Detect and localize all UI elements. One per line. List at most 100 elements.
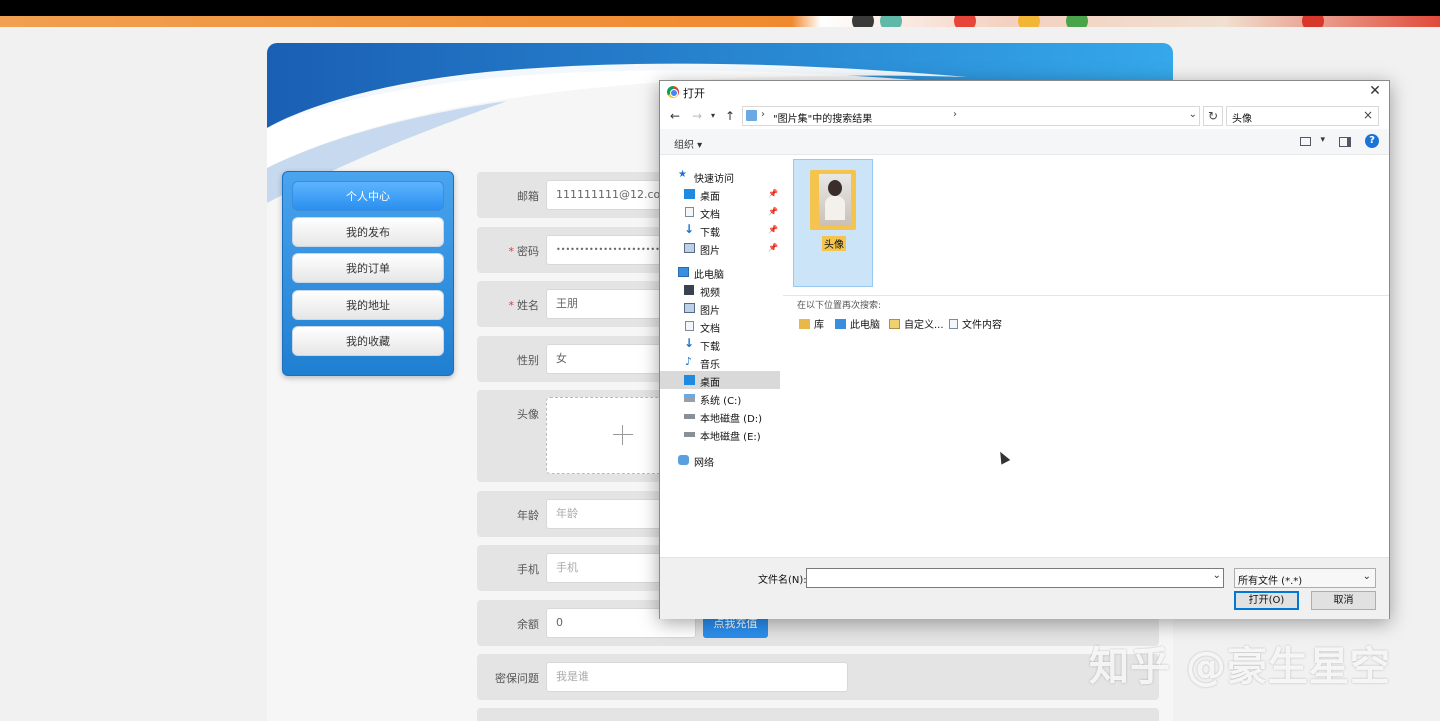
nav-downloads[interactable]: ↓ 下载 📌 bbox=[660, 221, 780, 239]
navigation-pane: ★ 快速访问 桌面 📌 文档 📌 ↓ 下载 📌 图片 📌 此电脑 视频 图片 文… bbox=[660, 155, 780, 557]
drive-icon bbox=[684, 414, 695, 419]
chevron-down-icon[interactable]: ⌄ bbox=[1189, 109, 1197, 120]
breadcrumb-separator-icon: › bbox=[953, 109, 957, 120]
nav-drive-d[interactable]: 本地磁盘 (D:) bbox=[660, 407, 780, 425]
search-again-this-pc[interactable]: 此电脑 bbox=[835, 316, 880, 331]
cancel-button[interactable]: 取消 bbox=[1311, 591, 1376, 610]
desktop-icon bbox=[684, 189, 695, 199]
network-icon bbox=[678, 455, 689, 465]
sidebar-item-my-orders[interactable]: 我的订单 bbox=[292, 253, 444, 283]
search-input[interactable]: 头像 × bbox=[1226, 106, 1379, 126]
dialog-footer: 文件名(N): ⌄ 所有文件 (*.*) ⌄ 打开(O) 取消 bbox=[660, 557, 1389, 619]
dialog-title: 打开 bbox=[683, 87, 705, 100]
sidebar-item-profile[interactable]: 个人中心 bbox=[292, 181, 444, 211]
download-icon: ↓ bbox=[684, 222, 695, 236]
nav-pictures[interactable]: 图片 📌 bbox=[660, 239, 780, 257]
dialog-title-bar: 打开 ✕ bbox=[660, 81, 1389, 103]
filename-input[interactable] bbox=[806, 568, 1224, 588]
recent-locations-icon[interactable]: ▾ bbox=[711, 109, 715, 123]
nav-drive-e[interactable]: 本地磁盘 (E:) bbox=[660, 425, 780, 443]
download-icon: ↓ bbox=[684, 336, 695, 350]
drive-icon bbox=[684, 394, 695, 402]
watermark: 知乎 @豪生星空 bbox=[1089, 644, 1391, 690]
nav-videos[interactable]: 视频 bbox=[660, 281, 780, 299]
nav-desktop[interactable]: 桌面 📌 bbox=[660, 185, 780, 203]
clear-search-icon[interactable]: × bbox=[1363, 108, 1373, 122]
nav-documents[interactable]: 文档 📌 bbox=[660, 203, 780, 221]
desktop-icon bbox=[684, 375, 695, 385]
file-list: 头像 在以下位置再次搜索: 库 此电脑 自定义... 文件内容 bbox=[781, 155, 1389, 557]
pin-icon: 📌 bbox=[768, 189, 778, 198]
required-mark: * bbox=[508, 245, 515, 258]
search-again-custom[interactable]: 自定义... bbox=[889, 316, 944, 331]
plus-icon bbox=[613, 425, 633, 445]
balance-label: 余额 bbox=[517, 618, 539, 631]
security-question-row: 密保问题 我是谁 bbox=[477, 654, 1159, 700]
top-black-bar bbox=[0, 0, 1440, 16]
banner-image-strip bbox=[822, 16, 1440, 27]
view-icon[interactable] bbox=[1300, 137, 1311, 146]
avatar-thumbnail bbox=[819, 174, 851, 226]
back-arrow-icon[interactable]: ← bbox=[670, 109, 680, 123]
nav-drive-c[interactable]: 系统 (C:) bbox=[660, 389, 780, 407]
nav-quick-access[interactable]: ★ 快速访问 bbox=[660, 167, 780, 185]
dialog-nav-bar: ← → ▾ ↑ › "图片集"中的搜索结果 › ⌄ ↻ 头像 × bbox=[660, 103, 1389, 129]
password-label: * 密码 bbox=[508, 245, 540, 258]
organize-menu[interactable]: 组织 ▾ bbox=[674, 136, 702, 151]
sidebar-item-my-address[interactable]: 我的地址 bbox=[292, 290, 444, 320]
file-type-value: 所有文件 (*.*) bbox=[1238, 576, 1303, 587]
star-icon: ★ bbox=[678, 169, 687, 180]
custom-folder-icon bbox=[889, 319, 900, 329]
pin-icon: 📌 bbox=[768, 243, 778, 252]
gender-label: 性别 bbox=[517, 354, 539, 367]
chrome-icon bbox=[667, 86, 679, 98]
document-icon bbox=[949, 319, 958, 329]
filename-label: 文件名(N): bbox=[758, 575, 807, 586]
search-again-caption: 在以下位置再次搜索: bbox=[797, 301, 882, 311]
nav-this-pc[interactable]: 此电脑 bbox=[660, 263, 780, 281]
open-button[interactable]: 打开(O) bbox=[1234, 591, 1299, 610]
preview-pane-icon[interactable] bbox=[1339, 137, 1351, 147]
file-item[interactable]: 头像 bbox=[793, 159, 873, 287]
computer-icon bbox=[835, 319, 846, 329]
file-open-dialog: 打开 ✕ ← → ▾ ↑ › "图片集"中的搜索结果 › ⌄ ↻ 头像 × 组织… bbox=[659, 80, 1390, 619]
nav-desktop-pc[interactable]: 桌面 bbox=[660, 371, 780, 389]
sidebar-item-my-favorites[interactable]: 我的收藏 bbox=[292, 326, 444, 356]
up-arrow-icon[interactable]: ↑ bbox=[725, 109, 735, 123]
drive-icon bbox=[684, 432, 695, 437]
view-dropdown-icon[interactable]: ▾ bbox=[1320, 135, 1325, 145]
forward-arrow-icon[interactable]: → bbox=[692, 109, 702, 123]
mouse-cursor-icon bbox=[995, 449, 1011, 465]
avatar-label: 头像 bbox=[517, 408, 539, 421]
nav-documents-pc[interactable]: 文档 bbox=[660, 317, 780, 335]
pin-icon: 📌 bbox=[768, 225, 778, 234]
age-label: 年龄 bbox=[517, 509, 539, 522]
library-icon bbox=[799, 319, 810, 329]
required-mark: * bbox=[508, 299, 515, 312]
help-icon[interactable]: ? bbox=[1365, 134, 1379, 148]
picture-icon bbox=[684, 303, 695, 313]
security-question-label: 密保问题 bbox=[495, 672, 539, 685]
refresh-button[interactable]: ↻ bbox=[1203, 106, 1223, 126]
address-bar[interactable]: › "图片集"中的搜索结果 › ⌄ bbox=[742, 106, 1200, 126]
computer-icon bbox=[678, 267, 689, 277]
search-again-file-contents[interactable]: 文件内容 bbox=[949, 316, 1002, 331]
search-again-library[interactable]: 库 bbox=[799, 316, 824, 331]
nav-network[interactable]: 网络 bbox=[660, 451, 780, 469]
name-label: * 姓名 bbox=[508, 299, 540, 312]
document-icon bbox=[685, 321, 694, 331]
pin-icon: 📌 bbox=[768, 207, 778, 216]
file-type-select[interactable]: 所有文件 (*.*) ⌄ bbox=[1234, 568, 1376, 588]
close-icon[interactable]: ✕ bbox=[1367, 83, 1383, 99]
document-icon bbox=[685, 207, 694, 217]
dialog-toolbar: 组织 ▾ ▾ ? bbox=[660, 129, 1389, 155]
nav-music[interactable]: ♪ 音乐 bbox=[660, 353, 780, 371]
security-question-field[interactable]: 我是谁 bbox=[546, 662, 848, 692]
music-icon: ♪ bbox=[685, 355, 693, 368]
phone-label: 手机 bbox=[517, 563, 539, 576]
nav-pictures-pc[interactable]: 图片 bbox=[660, 299, 780, 317]
nav-downloads-pc[interactable]: ↓ 下载 bbox=[660, 335, 780, 353]
sidebar-item-my-posts[interactable]: 我的发布 bbox=[292, 217, 444, 247]
breadcrumb-separator-icon: › bbox=[761, 109, 765, 120]
search-value: 头像 bbox=[1232, 114, 1252, 125]
